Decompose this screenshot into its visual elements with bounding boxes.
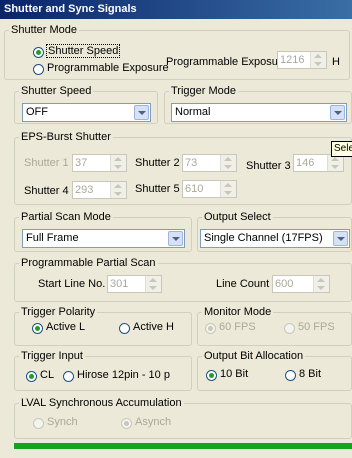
line-count-value: 600 (275, 278, 294, 290)
window-title: Shutter and Sync Signals (4, 3, 137, 15)
output-select-value: Single Channel (17FPS) (204, 232, 323, 244)
shutter-2-stepper[interactable]: 73 (182, 154, 237, 172)
spin-arrows-icon[interactable] (310, 52, 326, 68)
radio-50-fps[interactable] (284, 323, 295, 334)
shutter-5-label: Shutter 5 (135, 183, 180, 195)
radio-10-bit-label[interactable]: 10 Bit (220, 368, 248, 380)
exposure-unit-label: H (332, 56, 340, 68)
shutter-1-stepper[interactable]: 37 (72, 154, 127, 172)
start-line-value: 301 (110, 278, 129, 290)
radio-50-fps-label[interactable]: 50 FPS (298, 321, 335, 333)
radio-programmable-exposure[interactable] (33, 64, 44, 75)
chevron-down-icon[interactable] (333, 231, 348, 246)
trigger-mode-select[interactable]: Normal (171, 103, 347, 122)
output-select-select[interactable]: Single Channel (17FPS) (200, 229, 350, 248)
spin-arrows-icon[interactable] (220, 181, 236, 197)
shutter-speed-select[interactable]: OFF (22, 103, 151, 122)
status-bar (14, 443, 352, 449)
spin-arrows-icon[interactable] (313, 276, 329, 292)
line-count-stepper[interactable]: 600 (272, 275, 330, 293)
lval-accumulation-legend: LVAL Synchronous Accumulation (21, 397, 182, 409)
radio-programmable-exposure-label[interactable]: Programmable Exposure (47, 62, 169, 74)
monitor-mode-legend: Monitor Mode (204, 306, 272, 318)
spin-arrows-icon[interactable] (110, 155, 126, 171)
shutter-5-value: 610 (185, 183, 204, 195)
trigger-input-legend: Trigger Input (21, 350, 83, 362)
output-bit-allocation-legend: Output Bit Allocation (204, 350, 304, 362)
trigger-mode-legend: Trigger Mode (171, 85, 237, 97)
radio-hirose-label[interactable]: Hirose 12pin - 10 p (77, 369, 170, 381)
programmable-exposure-stepper[interactable]: 1216 (277, 51, 327, 69)
window-title-bar: Shutter and Sync Signals (0, 0, 352, 19)
radio-10-bit[interactable] (206, 370, 217, 381)
radio-cl[interactable] (26, 371, 37, 382)
chevron-down-icon[interactable] (134, 105, 149, 120)
line-count-label: Line Count (216, 278, 270, 290)
tooltip: Sele (331, 141, 352, 157)
radio-8-bit[interactable] (285, 370, 296, 381)
partial-scan-mode-value: Full Frame (26, 232, 79, 244)
radio-active-h[interactable] (119, 323, 130, 334)
start-line-stepper[interactable]: 301 (107, 275, 162, 293)
chevron-down-icon[interactable] (168, 231, 183, 246)
radio-cl-label[interactable]: CL (40, 369, 54, 381)
trigger-polarity-legend: Trigger Polarity (21, 306, 96, 318)
radio-synch-label[interactable]: Synch (47, 416, 78, 428)
eps-burst-shutter-legend: EPS-Burst Shutter (21, 131, 111, 143)
shutter-3-value: 146 (296, 157, 315, 169)
shutter-4-stepper[interactable]: 293 (72, 181, 127, 199)
shutter-1-value: 37 (75, 157, 88, 169)
radio-shutter-speed[interactable] (33, 47, 44, 58)
shutter-3-label: Shutter 3 (246, 160, 291, 172)
radio-60-fps[interactable] (205, 323, 216, 334)
programmable-exposure-label: Programmable Exposure (166, 56, 288, 68)
radio-60-fps-label[interactable]: 60 FPS (219, 321, 256, 333)
shutter-speed-value: OFF (26, 106, 48, 118)
shutter-2-label: Shutter 2 (135, 157, 180, 169)
radio-active-h-label[interactable]: Active H (133, 321, 174, 333)
spin-arrows-icon[interactable] (145, 276, 161, 292)
spin-arrows-icon[interactable] (327, 155, 343, 171)
chevron-down-icon[interactable] (330, 105, 345, 120)
shutter-4-label: Shutter 4 (24, 185, 69, 197)
shutter-mode-legend: Shutter Mode (11, 24, 78, 36)
shutter-5-stepper[interactable]: 610 (182, 180, 237, 198)
radio-hirose[interactable] (63, 371, 74, 382)
radio-active-l-label[interactable]: Active L (46, 321, 85, 333)
shutter-4-value: 293 (75, 184, 94, 196)
radio-active-l[interactable] (32, 323, 43, 334)
spin-arrows-icon[interactable] (110, 182, 126, 198)
shutter-speed-legend: Shutter Speed (21, 85, 92, 97)
shutter-2-value: 73 (185, 157, 198, 169)
trigger-mode-value: Normal (175, 106, 211, 118)
radio-asynch[interactable] (121, 418, 132, 429)
radio-8-bit-label[interactable]: 8 Bit (299, 368, 321, 380)
programmable-exposure-value: 1216 (280, 54, 305, 66)
spin-arrows-icon[interactable] (220, 155, 236, 171)
partial-scan-mode-select[interactable]: Full Frame (22, 229, 185, 248)
start-line-label: Start Line No. (38, 278, 106, 290)
shutter-1-label: Shutter 1 (24, 157, 69, 169)
programmable-partial-scan-legend: Programmable Partial Scan (21, 257, 156, 269)
output-select-legend: Output Select (204, 211, 271, 223)
radio-synch[interactable] (33, 418, 44, 429)
radio-asynch-label[interactable]: Asynch (135, 416, 171, 428)
radio-shutter-speed-label[interactable]: Shutter Speed (45, 44, 121, 58)
partial-scan-mode-legend: Partial Scan Mode (21, 211, 111, 223)
